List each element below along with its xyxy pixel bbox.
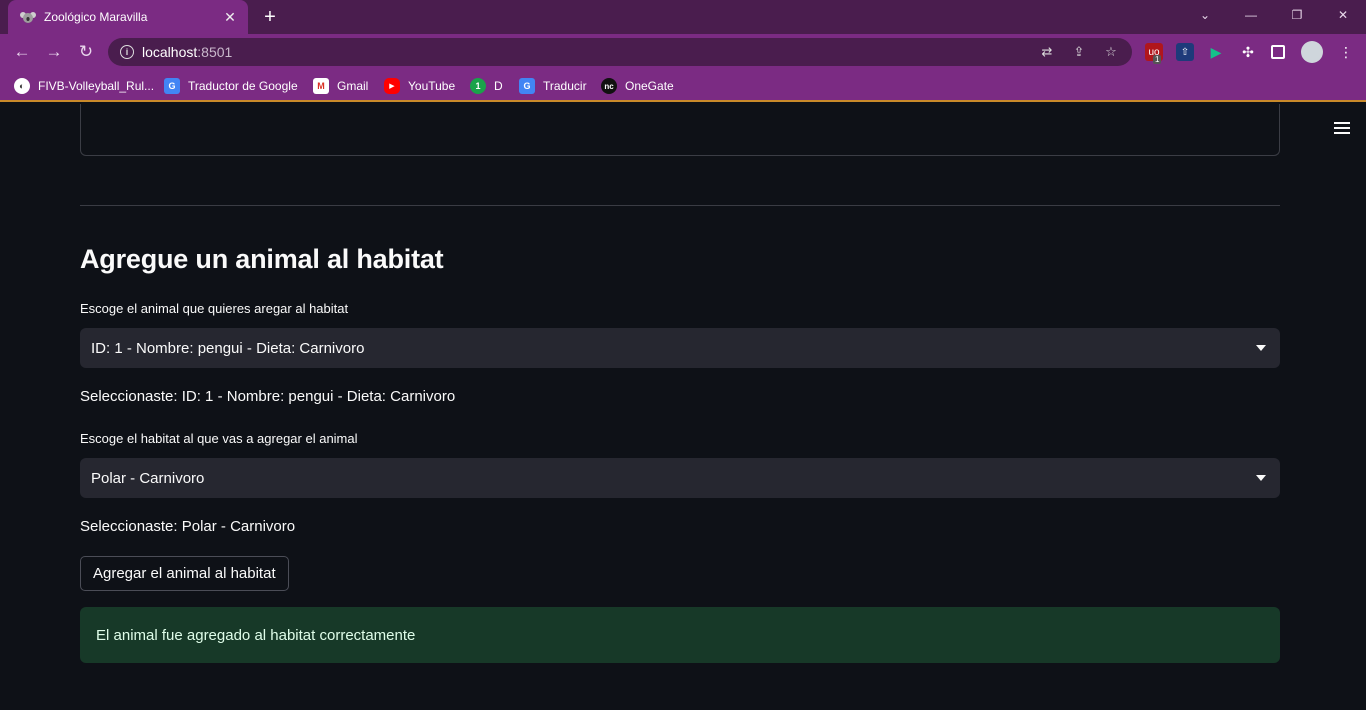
- url-port: :8501: [197, 44, 233, 60]
- streamlit-page: Agregue un animal al habitat Escoge el a…: [0, 104, 1366, 710]
- globe-icon: ◐: [14, 78, 30, 94]
- tab-search-icon[interactable]: ⌄: [1182, 0, 1228, 30]
- google-translate-icon: G: [519, 78, 535, 94]
- koala-favicon-icon: [20, 9, 36, 25]
- youtube-icon: ▶: [384, 78, 400, 94]
- back-icon[interactable]: ←: [10, 40, 34, 64]
- reload-icon[interactable]: ↻: [74, 40, 98, 64]
- bookmark-item[interactable]: nc OneGate: [601, 77, 674, 95]
- browser-tab-bar: Zoológico Maravilla ✕ + ⌄ — ❐ ✕: [0, 0, 1366, 34]
- previous-input-field[interactable]: [80, 104, 1280, 156]
- url-host: localhost: [142, 44, 198, 60]
- extension-badge: 1: [1153, 55, 1162, 64]
- side-panel-icon[interactable]: [1271, 45, 1285, 59]
- site-info-icon[interactable]: i: [120, 45, 134, 59]
- success-message: El animal fue agregado al habitat correc…: [96, 626, 416, 644]
- section-divider: [80, 205, 1280, 206]
- bookmark-item[interactable]: G Traducir: [519, 77, 587, 95]
- section-title: Agregue un animal al habitat: [80, 244, 444, 274]
- address-bar[interactable]: i localhost:8501 ⇄ ⇪ ☆: [108, 38, 1132, 66]
- play-extension-icon[interactable]: ▶: [1207, 43, 1225, 61]
- bookmark-label: FIVB-Volleyball_Rul...: [38, 79, 155, 93]
- habitat-select-value: Polar - Carnivoro: [91, 469, 205, 487]
- onegate-icon: nc: [601, 78, 617, 94]
- google-translate-icon: G: [164, 78, 180, 94]
- bookmark-item[interactable]: ◐ FIVB-Volleyball_Rul...: [14, 77, 154, 95]
- tab-title: Zoológico Maravilla: [44, 10, 148, 24]
- hamburger-menu-icon[interactable]: [1334, 122, 1350, 134]
- bookmark-label: D: [494, 79, 503, 93]
- bookmark-label: Gmail: [337, 79, 369, 93]
- green-circle-icon: 1: [470, 78, 486, 94]
- bookmark-label: YouTube: [408, 79, 456, 93]
- translate-icon[interactable]: ⇄: [1038, 44, 1056, 60]
- bookmarks-bar: ◐ FIVB-Volleyball_Rul... G Traductor de …: [0, 70, 1366, 102]
- extensions-puzzle-icon[interactable]: ✣: [1239, 43, 1257, 61]
- browser-toolbar: ← → ↻ i localhost:8501 ⇄ ⇪ ☆ uo 1 ⇧ ▶ ✣ …: [0, 34, 1366, 70]
- chevron-down-icon: [1256, 345, 1266, 351]
- bookmark-label: OneGate: [625, 79, 674, 93]
- bookmark-item[interactable]: M Gmail: [313, 77, 368, 95]
- browser-menu-icon[interactable]: ⋮: [1337, 43, 1355, 61]
- habitat-selected-text: Seleccionaste: Polar - Carnivoro: [80, 518, 296, 535]
- close-tab-icon[interactable]: ✕: [222, 9, 238, 25]
- add-animal-button[interactable]: Agregar el animal al habitat: [80, 556, 289, 591]
- share-icon[interactable]: ⇪: [1070, 44, 1088, 60]
- forward-icon[interactable]: →: [42, 40, 66, 64]
- gmail-icon: M: [313, 78, 329, 94]
- success-alert: El animal fue agregado al habitat correc…: [80, 607, 1280, 663]
- minimize-window-icon[interactable]: —: [1228, 0, 1274, 30]
- profile-avatar[interactable]: [1301, 41, 1323, 63]
- bookmark-item[interactable]: ▶ YouTube: [384, 77, 455, 95]
- browser-tab[interactable]: Zoológico Maravilla ✕: [8, 0, 248, 34]
- habitat-select[interactable]: Polar - Carnivoro: [80, 458, 1280, 498]
- bookmark-star-icon[interactable]: ☆: [1102, 44, 1120, 60]
- animal-select[interactable]: ID: 1 - Nombre: pengui - Dieta: Carnivor…: [80, 328, 1280, 368]
- habitat-select-label: Escoge el habitat al que vas a agregar e…: [80, 431, 358, 446]
- chevron-down-icon: [1256, 475, 1266, 481]
- upload-extension-icon[interactable]: ⇧: [1176, 43, 1194, 61]
- bookmark-label: Traducir: [543, 79, 587, 93]
- bookmark-label: Traductor de Google: [188, 79, 298, 93]
- animal-select-label: Escoge el animal que quieres aregar al h…: [80, 301, 349, 316]
- bookmark-item[interactable]: 1 D: [470, 77, 503, 95]
- animal-selected-text: Seleccionaste: ID: 1 - Nombre: pengui - …: [80, 388, 456, 405]
- restore-window-icon[interactable]: ❐: [1274, 0, 1320, 30]
- bookmark-item[interactable]: G Traductor de Google: [164, 77, 298, 95]
- close-window-icon[interactable]: ✕: [1320, 0, 1366, 30]
- animal-select-value: ID: 1 - Nombre: pengui - Dieta: Carnivor…: [91, 339, 365, 357]
- new-tab-button[interactable]: +: [258, 5, 282, 29]
